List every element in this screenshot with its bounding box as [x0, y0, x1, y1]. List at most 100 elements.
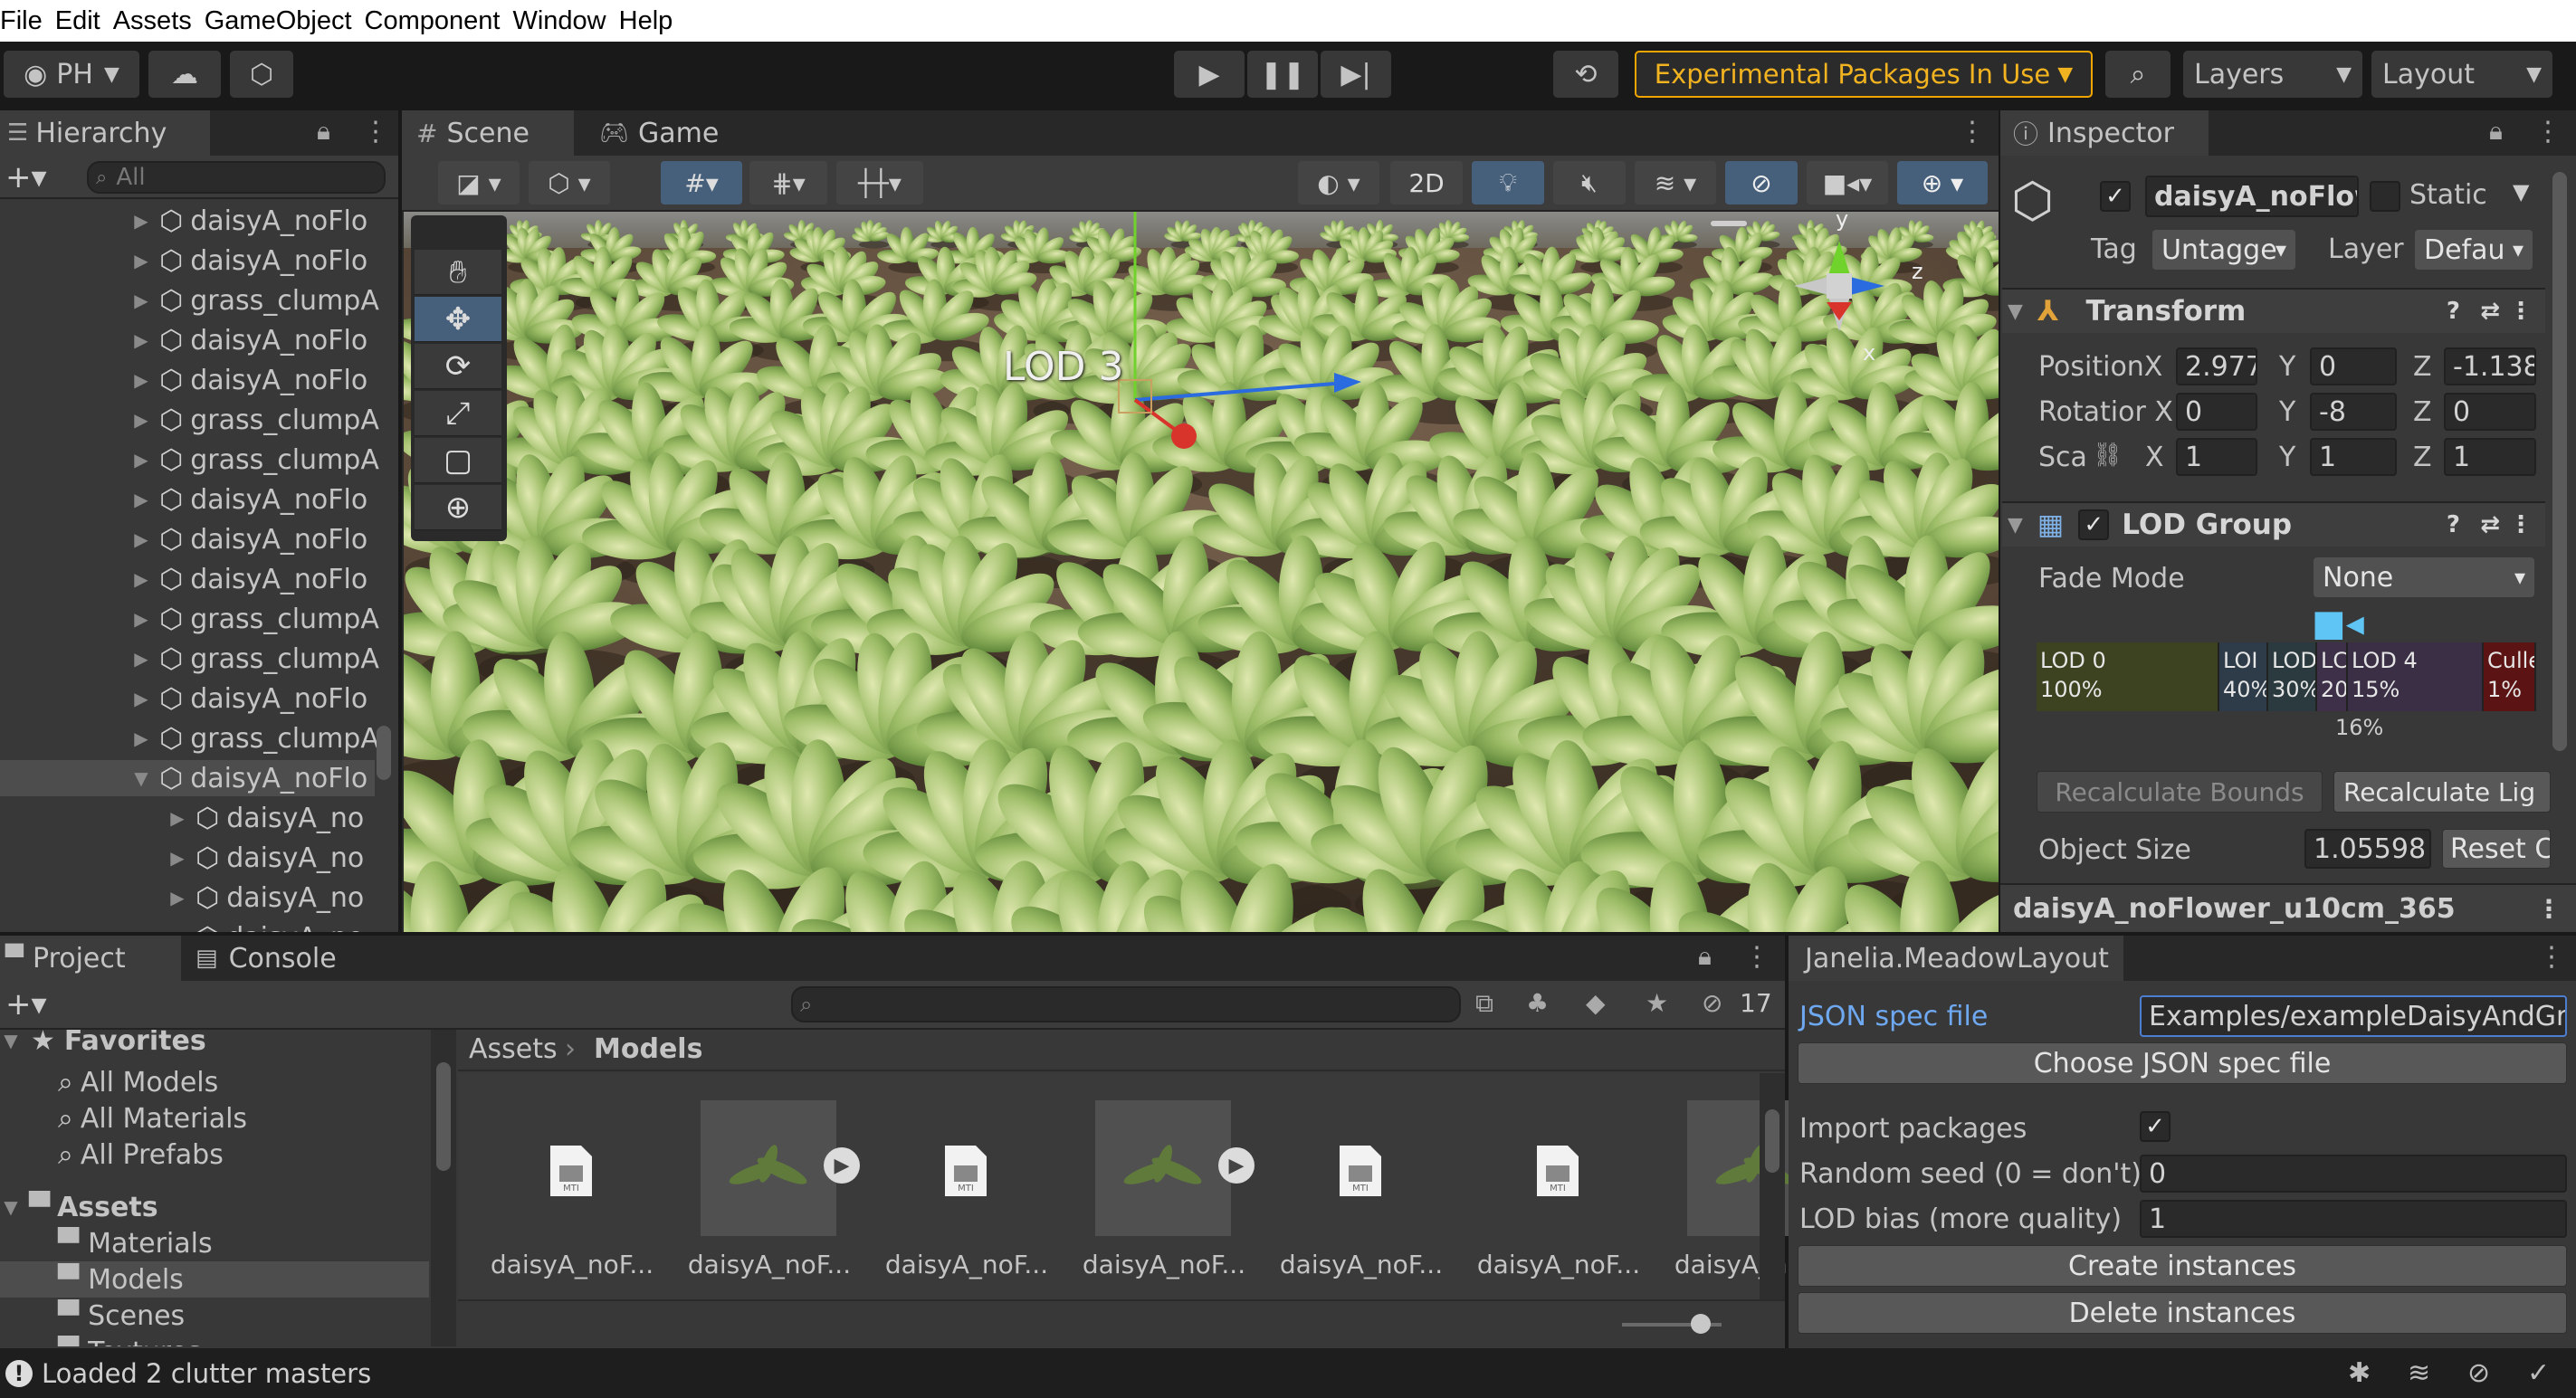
chevron-right-icon[interactable]: ▶: [130, 528, 152, 550]
zoom-slider-thumb[interactable]: [1691, 1314, 1711, 1334]
hierarchy-item[interactable]: ▶ ⬡ daisyA_noFlo: [0, 243, 389, 279]
chevron-right-icon[interactable]: ▶: [130, 329, 152, 351]
menu-component[interactable]: Component: [365, 6, 501, 36]
hierarchy-scrollbar[interactable]: [375, 210, 393, 934]
hierarchy-item[interactable]: ▶ ⬡ grass_clumpA: [0, 442, 389, 478]
effects-dropdown[interactable]: ≋ ▾: [1635, 161, 1716, 204]
chevron-right-icon[interactable]: ▶: [130, 409, 152, 431]
recalculate-bounds-button[interactable]: Recalculate Bounds: [2037, 771, 2323, 813]
expand-arrow-icon[interactable]: ▶: [824, 1147, 860, 1184]
gizmos-dropdown[interactable]: ⊕ ▾: [1897, 161, 1988, 204]
chevron-right-icon[interactable]: ▶: [130, 369, 152, 391]
favorite-item-all-prefabs[interactable]: ⌕ All Prefabs: [0, 1136, 389, 1173]
rotation-x-input[interactable]: 0: [2176, 393, 2257, 431]
chevron-down-icon[interactable]: ▼: [2513, 179, 2529, 204]
rotate-tool[interactable]: ⟳: [415, 344, 501, 389]
asset-item[interactable]: ▶ daisyA_noF...: [1075, 1100, 1255, 1299]
expand-arrow-icon[interactable]: ▶: [1218, 1147, 1255, 1184]
position-y-input[interactable]: 0: [2310, 347, 2397, 385]
tab-meadow-layout[interactable]: Janelia.MeadowLayout: [1789, 936, 2123, 981]
random-seed-input[interactable]: 0: [2140, 1155, 2567, 1193]
project-tree-scroll-thumb[interactable]: [436, 1062, 451, 1171]
help-icon[interactable]: ?: [2447, 511, 2460, 538]
cloud-button[interactable]: ☁: [148, 51, 221, 98]
hierarchy-item[interactable]: ▶ ⬡ daisyA_no: [0, 880, 389, 916]
lod-segment[interactable]: LOD 4 15%: [2348, 642, 2484, 711]
asset-grid-scroll-thumb[interactable]: [1765, 1109, 1779, 1173]
favorite-item-all-materials[interactable]: ⌕ All Materials: [0, 1100, 389, 1136]
tab-console[interactable]: ▤ Console: [186, 936, 367, 981]
more-icon[interactable]: ⋮: [2509, 511, 2533, 538]
pause-button[interactable]: ❚❚: [1247, 51, 1318, 98]
transform-tool[interactable]: ⊕: [415, 485, 501, 530]
menu-assets[interactable]: Assets: [113, 6, 192, 36]
json-spec-input[interactable]: Examples/exampleDaisyAndGras: [2140, 995, 2567, 1037]
grid-snap-button[interactable]: #▾: [661, 161, 742, 204]
lod-group-enabled-checkbox[interactable]: ✓: [2078, 509, 2110, 540]
inspector-scroll-thumb[interactable]: [2552, 172, 2567, 751]
move-tool[interactable]: ✥: [415, 297, 501, 342]
scale-tool[interactable]: ⤢: [415, 391, 501, 436]
ruler-button[interactable]: ┼┼▾: [836, 161, 923, 204]
progress-ok-icon[interactable]: ✓: [2527, 1357, 2550, 1389]
fade-mode-dropdown[interactable]: None: [2314, 557, 2534, 597]
play-button[interactable]: ▶: [1174, 51, 1245, 98]
help-icon[interactable]: ?: [2447, 298, 2460, 325]
filter-label-icon[interactable]: ◆: [1586, 988, 1606, 1018]
scale-z-input[interactable]: 1: [2444, 438, 2536, 476]
hierarchy-item[interactable]: ▼ ⬡ daisyA_noFlo: [0, 760, 375, 796]
link-icon[interactable]: ⛓︎: [2093, 442, 2123, 469]
chevron-right-icon[interactable]: ▶: [167, 847, 188, 869]
chevron-right-icon[interactable]: ▶: [130, 250, 152, 271]
recalculate-lighting-button[interactable]: Recalculate Lig: [2333, 771, 2551, 813]
collab-button[interactable]: ⬡: [230, 51, 293, 98]
bug-icon[interactable]: ✱: [2348, 1357, 2371, 1389]
asset-item[interactable]: MTI daisyA_noF...: [1470, 1100, 1640, 1299]
chevron-right-icon[interactable]: ▶: [130, 728, 152, 749]
hierarchy-scroll-thumb[interactable]: [377, 726, 391, 780]
snap-increment-button[interactable]: ⋕▾: [749, 161, 827, 204]
experimental-packages-button[interactable]: Experimental Packages In Use ▼: [1635, 51, 2093, 98]
lod-segment[interactable]: LC 20: [2317, 642, 2348, 711]
add-icon[interactable]: +▾: [5, 159, 47, 195]
lod-bar[interactable]: LOD 0 100% LOI 40%LOD 30%LC 20LOD 4 15% Culle 1%: [2037, 642, 2536, 711]
hierarchy-item[interactable]: ▶ ⬡ daisyA_noFlo: [0, 680, 389, 717]
cache-icon[interactable]: ≋: [2408, 1357, 2430, 1389]
more-icon[interactable]: ⋮: [362, 116, 389, 147]
hierarchy-item[interactable]: ▶ ⬡ daisyA_noFlo: [0, 362, 389, 398]
visibility-toggle[interactable]: ⊘: [1725, 161, 1798, 204]
layer-dropdown[interactable]: Defau: [2415, 230, 2533, 270]
filter-type-icon[interactable]: ♣: [1526, 988, 1549, 1018]
position-x-input[interactable]: 2.977!: [2176, 347, 2257, 385]
lighting-toggle[interactable]: 💡︎: [1472, 161, 1544, 204]
asset-grid-scrollbar[interactable]: [1760, 1073, 1785, 1299]
lock-icon[interactable]: 🔒︎: [317, 116, 330, 147]
more-icon[interactable]: ⋮: [2509, 298, 2533, 325]
rotation-y-input[interactable]: -8: [2310, 393, 2397, 431]
menu-edit[interactable]: Edit: [55, 6, 100, 36]
hierarchy-item[interactable]: ▶ ⬡ daisyA_noFlo: [0, 561, 389, 597]
favorite-item-all-models[interactable]: ⌕ All Models: [0, 1064, 389, 1100]
delete-instances-button[interactable]: Delete instances: [1798, 1292, 2567, 1334]
overlay-handle[interactable]: [1711, 221, 1747, 226]
lod-bias-input[interactable]: 1: [2140, 1200, 2567, 1238]
hierarchy-item[interactable]: ▶ ⬡ daisyA_noFlo: [0, 322, 389, 358]
preset-icon[interactable]: ⇄: [2480, 298, 2500, 325]
tag-dropdown[interactable]: Untagge: [2152, 230, 2295, 270]
hierarchy-item[interactable]: ▶ ⬡ daisyA_noFlo: [0, 481, 389, 518]
lock-icon[interactable]: 🔒︎: [2489, 116, 2503, 147]
reset-object-size-button[interactable]: Reset C: [2442, 829, 2551, 869]
search-button[interactable]: ⌕: [2105, 51, 2171, 98]
menu-help[interactable]: Help: [619, 6, 673, 36]
layers-dropdown[interactable]: Layers ▼: [2183, 51, 2362, 98]
folder-scenes[interactable]: ▀ Scenes: [0, 1298, 389, 1334]
hierarchy-item[interactable]: ▶ ⬡ grass_clumpA: [0, 282, 389, 319]
folder-textures[interactable]: ▀ Textures: [0, 1334, 389, 1347]
step-button[interactable]: ▶|: [1321, 51, 1391, 98]
active-checkbox[interactable]: ✓: [2100, 181, 2131, 212]
folder-materials[interactable]: ▀ Materials: [0, 1225, 389, 1261]
lighting-disabled-icon[interactable]: ⊘: [2467, 1357, 2490, 1389]
render-mode-dropdown[interactable]: ◐ ▾: [1298, 161, 1379, 204]
static-checkbox[interactable]: [2370, 181, 2400, 212]
menu-window[interactable]: Window: [512, 6, 606, 36]
